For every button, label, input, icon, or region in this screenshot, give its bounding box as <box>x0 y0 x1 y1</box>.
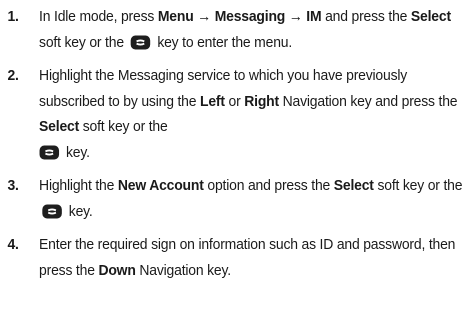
step-4: 4. Enter the required sign on informatio… <box>0 232 467 283</box>
term-down: Down <box>98 261 136 279</box>
select-key-icon <box>130 35 151 49</box>
term-messaging: Messaging <box>214 8 286 25</box>
step-text: Highlight the <box>39 177 118 194</box>
term-select: Select <box>333 177 374 194</box>
term-left: Left <box>199 92 225 110</box>
step-text: and press the <box>321 8 411 25</box>
step-text: soft key or the <box>373 177 463 194</box>
step-number: 2. <box>7 67 19 84</box>
step-text: key. <box>65 202 93 220</box>
arrow: → <box>193 8 215 25</box>
term-select: Select <box>39 118 80 135</box>
step-1: 1. In Idle mode, press Menu → Messaging … <box>0 4 467 55</box>
step-text: or <box>224 92 245 110</box>
select-key-icon <box>42 204 62 218</box>
arrow: → <box>285 8 307 25</box>
step-text: soft key or the <box>79 118 168 135</box>
step-text: key. <box>62 143 90 161</box>
step-number: 1. <box>7 8 19 25</box>
instruction-list: 1. In Idle mode, press Menu → Messaging … <box>0 0 471 283</box>
term-new-account: New Account <box>117 177 204 194</box>
step-text: option and press the <box>203 177 334 194</box>
step-text: soft key or the <box>39 33 128 51</box>
step-3: 3. Highlight the New Account option and … <box>0 173 467 224</box>
term-im: IM <box>306 8 322 25</box>
step-text: Navigation key. <box>135 261 231 279</box>
step-text: key to enter the menu. <box>153 33 293 51</box>
term-right: Right <box>244 92 279 110</box>
step-number: 3. <box>7 177 19 194</box>
step-number: 4. <box>7 236 19 253</box>
step-text: In Idle mode, press <box>39 8 158 25</box>
step-2: 2. Highlight the Messaging service to wh… <box>0 63 467 165</box>
select-key-icon <box>39 145 60 159</box>
term-menu: Menu <box>157 8 194 25</box>
step-text: Navigation key and press the <box>278 92 458 110</box>
term-select: Select <box>410 8 451 25</box>
